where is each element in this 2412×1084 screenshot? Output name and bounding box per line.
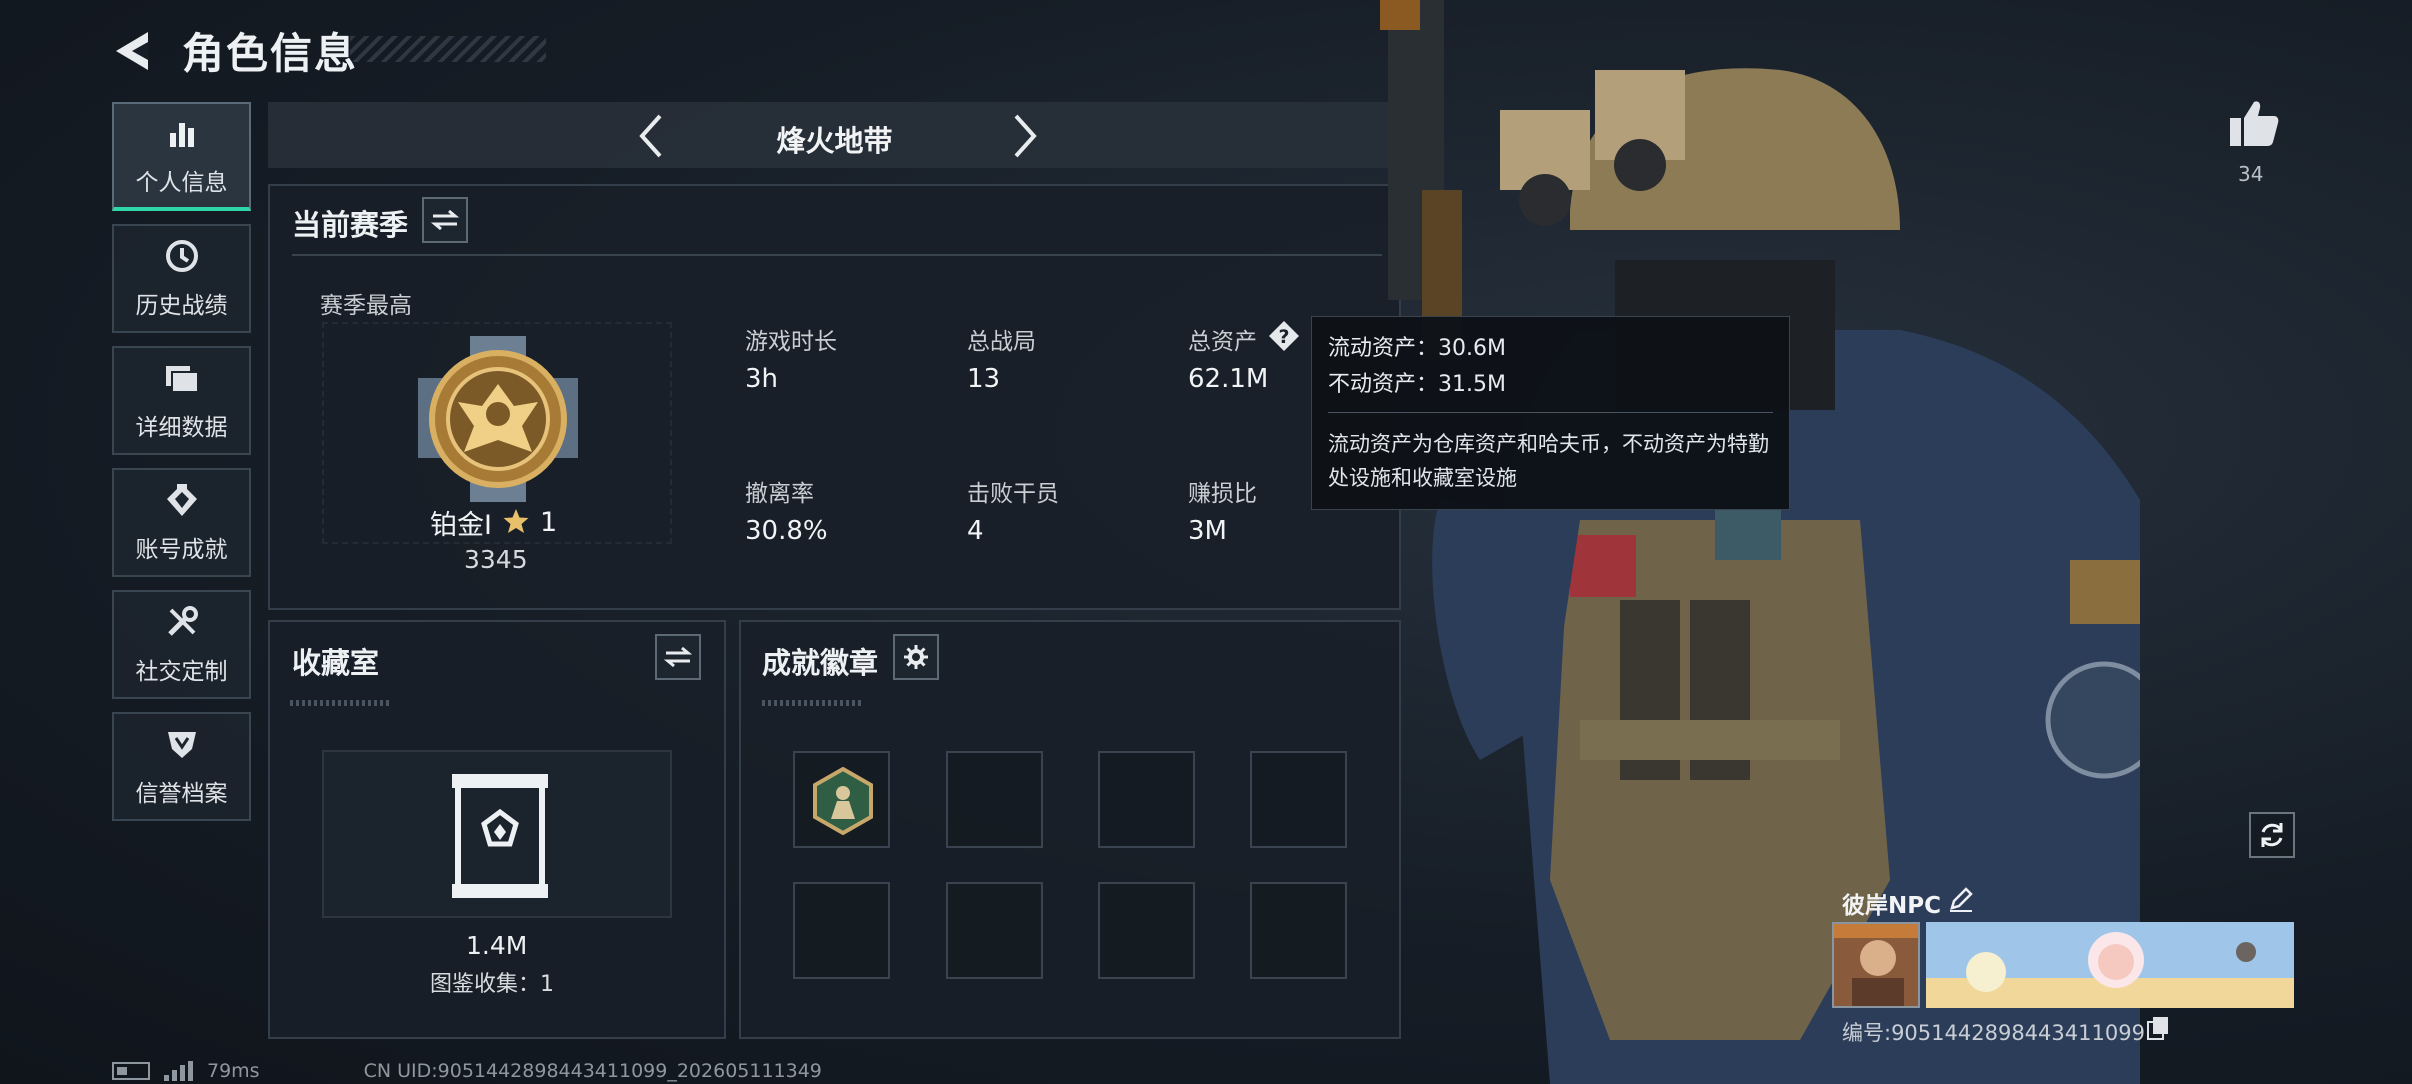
stat-label-total-assets: 总资产	[1188, 329, 1257, 355]
player-id: 编号:9051442898443411099	[1842, 1021, 2145, 1045]
stat-value-total-assets: 62.1M	[1188, 364, 1269, 394]
rank-points: 3345	[464, 545, 528, 574]
ping-value: 79ms	[207, 1060, 260, 1082]
sidebar-item-detailed-data[interactable]: 详细数据	[112, 346, 251, 455]
stat-label-matches: 总战局	[967, 329, 1036, 355]
collection-value: 1.4M	[466, 931, 528, 960]
stat-value-profit-ratio: 3M	[1188, 516, 1227, 546]
badges-title: 成就徽章	[762, 646, 879, 680]
badge-slot-6[interactable]	[946, 882, 1043, 979]
season-mode-switcher: 烽火地带	[268, 102, 1401, 168]
title-decoration	[350, 36, 546, 62]
current-season-title: 当前赛季	[292, 208, 409, 242]
achievement-icon	[163, 482, 201, 518]
uid-text: CN UID:9051442898443411099_202605111349	[363, 1060, 822, 1082]
refresh-icon	[2261, 823, 2283, 847]
rotate-model-button[interactable]	[2249, 812, 2295, 858]
gear-icon	[904, 645, 928, 669]
collection-preview[interactable]	[322, 750, 672, 918]
tools-icon	[163, 604, 201, 640]
sidebar-item-label: 个人信息	[135, 169, 228, 196]
badge-slot-4[interactable]	[1250, 751, 1347, 848]
sidebar-item-personal-info[interactable]: 个人信息	[112, 102, 251, 211]
page-header: 角色信息	[110, 20, 358, 81]
stat-label-operators-defeated: 击败干员	[967, 481, 1059, 507]
badge-settings-button[interactable]	[893, 634, 939, 680]
rank-stars: 1	[539, 507, 558, 538]
decor-dots	[762, 700, 862, 706]
signal-icon	[164, 1061, 193, 1081]
edit-pencil-icon[interactable]	[1948, 886, 1974, 912]
avatar[interactable]	[1832, 922, 1920, 1008]
sidebar-item-label: 信誉档案	[135, 780, 228, 807]
history-icon	[163, 238, 201, 274]
status-bar: 79ms CN UID:9051442898443411099_20260511…	[112, 1060, 822, 1082]
thumbs-up-icon[interactable]	[2228, 98, 2280, 148]
sidebar-item-social[interactable]: 社交定制	[112, 590, 251, 699]
swap-season-button[interactable]	[422, 197, 468, 243]
tooltip-description: 流动资产为仓库资产和哈夫币，不动资产为特勤处设施和收藏室设施	[1328, 432, 1769, 490]
collection-swap-button[interactable]	[655, 634, 701, 680]
profile-banner[interactable]	[1926, 922, 2294, 1008]
star-icon	[502, 507, 530, 539]
badge-slot-8[interactable]	[1250, 882, 1347, 979]
sidebar-item-label: 详细数据	[135, 414, 228, 441]
help-icon[interactable]: ?	[1268, 320, 1300, 352]
stat-label-profit-ratio: 赚损比	[1188, 481, 1257, 507]
bar-chart-icon	[163, 115, 201, 151]
battery-icon	[112, 1062, 150, 1080]
rank-name: 铂金I	[430, 510, 492, 541]
sidebar: 个人信息 历史战绩 详细数据 账号成就 社交定制 信誉档案	[112, 102, 251, 834]
folder-icon	[163, 360, 201, 396]
copy-icon[interactable]	[2147, 1016, 2169, 1040]
stat-value-playtime: 3h	[745, 364, 779, 394]
player-name: 彼岸NPC	[1842, 893, 1941, 919]
stat-value-operators-defeated: 4	[967, 516, 984, 546]
decor-dots	[290, 700, 390, 706]
vault-icon	[452, 774, 548, 898]
swap-icon	[431, 209, 459, 231]
page-title: 角色信息	[182, 29, 359, 78]
badge-slot-5[interactable]	[793, 882, 890, 979]
assets-tooltip: 流动资产：30.6M 不动资产：31.5M 流动资产为仓库资产和哈夫币，不动资产…	[1311, 316, 1790, 510]
season-mode-name: 烽火地带	[776, 124, 893, 158]
stat-value-extraction-rate: 30.8%	[745, 516, 828, 546]
sidebar-item-label: 账号成就	[135, 536, 228, 563]
svg-text:?: ?	[1278, 326, 1289, 348]
sidebar-item-label: 社交定制	[135, 658, 228, 685]
sidebar-item-label: 历史战绩	[135, 292, 228, 319]
badge-hexagon-icon	[813, 767, 873, 835]
stat-value-matches: 13	[967, 364, 1001, 394]
stat-label-extraction-rate: 撤离率	[745, 481, 814, 507]
season-best-label: 赛季最高	[320, 293, 412, 319]
stat-label-playtime: 游戏时长	[745, 329, 837, 355]
reputation-icon	[163, 726, 201, 762]
swap-icon	[664, 646, 692, 668]
tooltip-fixed-assets: 不动资产：31.5M	[1328, 372, 1506, 397]
badge-slot-1[interactable]	[793, 751, 890, 848]
catalog-count: 图鉴收集：1	[430, 972, 554, 997]
sidebar-item-reputation[interactable]: 信誉档案	[112, 712, 251, 821]
rank-row: 铂金I 1	[430, 503, 557, 542]
badge-slot-7[interactable]	[1098, 882, 1195, 979]
collection-title: 收藏室	[292, 646, 380, 680]
panel-divider	[292, 254, 1382, 256]
chevron-right-icon[interactable]	[1002, 112, 1046, 160]
tooltip-liquid-assets: 流动资产：30.6M	[1328, 336, 1506, 361]
sidebar-item-achievements[interactable]: 账号成就	[112, 468, 251, 577]
like-count: 34	[2238, 162, 2264, 186]
badge-slot-3[interactable]	[1098, 751, 1195, 848]
badge-slot-2[interactable]	[946, 751, 1043, 848]
tooltip-divider	[1328, 412, 1773, 413]
back-arrow-icon[interactable]	[110, 22, 156, 80]
sidebar-item-history[interactable]: 历史战绩	[112, 224, 251, 333]
rank-medal-icon	[418, 336, 578, 502]
